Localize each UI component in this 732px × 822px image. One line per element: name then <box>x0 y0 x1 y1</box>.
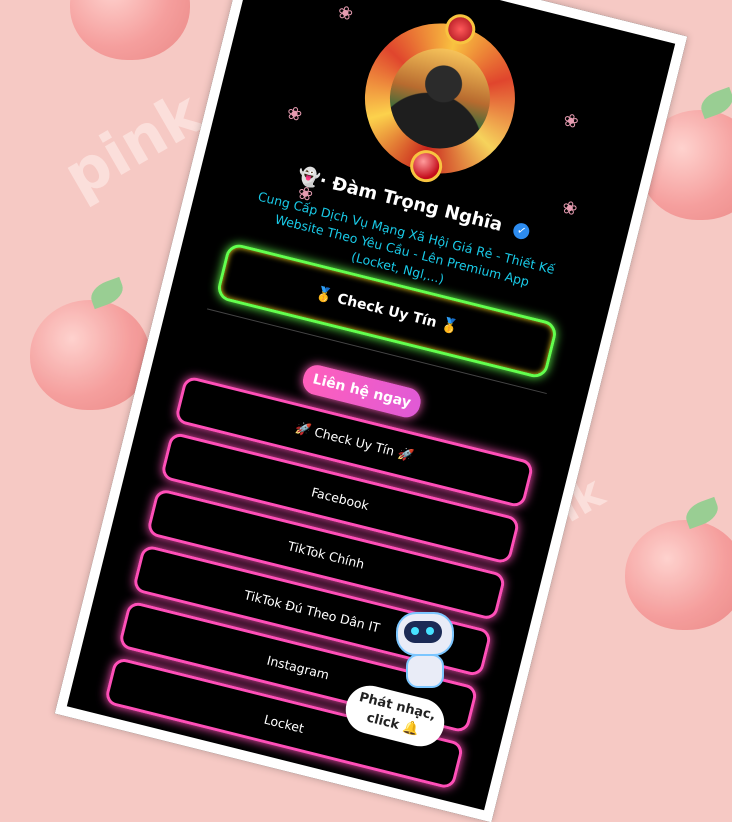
robot-mascot-icon[interactable] <box>388 612 458 692</box>
menu-icon[interactable] <box>262 0 289 3</box>
peach-decoration-4 <box>625 520 732 630</box>
flower-icon: ❀ <box>335 1 356 26</box>
flower-icon: ❀ <box>560 109 581 134</box>
robot-body <box>406 654 444 688</box>
robot-eye <box>411 627 419 635</box>
verified-icon: ✓ <box>511 221 532 241</box>
robot-eye <box>426 627 434 635</box>
peach-decoration-1 <box>70 0 190 60</box>
flower-icon: ❀ <box>559 196 580 221</box>
link-list: 🚀 Check Uy Tín 🚀 Facebook TikTok Chính T… <box>101 375 535 800</box>
peach-decoration-2 <box>30 300 150 410</box>
flower-icon: ❀ <box>284 102 305 127</box>
robot-face <box>404 621 442 643</box>
avatar-frame <box>349 7 531 190</box>
